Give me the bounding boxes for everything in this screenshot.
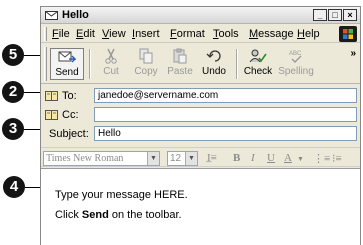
menu-file[interactable]: File — [52, 28, 70, 40]
menu-tools[interactable]: Tools — [213, 28, 239, 40]
font-value: Times New Roman — [46, 153, 124, 164]
send-icon — [58, 51, 76, 63]
subject-field[interactable]: Hello — [94, 126, 357, 141]
menu-message[interactable]: Message — [249, 28, 294, 40]
minimize-button[interactable]: _ — [313, 9, 327, 21]
chevron-down-icon: ▼ — [147, 152, 159, 165]
message-line-1: Type your message HERE. — [55, 189, 188, 201]
callout-3: 3 — [2, 118, 24, 140]
address-book-icon[interactable] — [45, 110, 58, 120]
callout-4: 4 — [3, 176, 25, 198]
window-title: Hello — [62, 9, 89, 21]
paragraph-style-icon[interactable]: I̲≡ — [207, 152, 217, 164]
cc-row: Cc: — [41, 106, 360, 124]
menu-insert[interactable]: Insert — [132, 28, 160, 40]
copy-label: Copy — [134, 66, 158, 77]
message-body[interactable]: Type your message HERE. Click Send on th… — [41, 168, 360, 245]
bold-icon[interactable]: B — [233, 152, 240, 164]
menu-grip — [44, 27, 47, 41]
to-field[interactable]: janedoe@servername.com — [94, 88, 357, 103]
compose-window: Hello _ □ × File Edit View Insert Format… — [40, 6, 361, 245]
close-button[interactable]: × — [343, 9, 357, 21]
to-label: To: — [62, 90, 77, 102]
undo-button[interactable]: Undo — [197, 48, 231, 80]
toolbar-separator — [236, 49, 238, 79]
check-names-button[interactable]: Check — [241, 48, 275, 80]
cc-field[interactable] — [94, 107, 357, 122]
toolbar-separator — [89, 49, 91, 79]
cc-label: Cc: — [62, 109, 79, 121]
menu-view[interactable]: View — [102, 28, 126, 40]
copy-icon — [139, 48, 153, 64]
chevron-down-icon: ▼ — [185, 152, 197, 165]
spelling-button[interactable]: ABC Spelling — [277, 48, 315, 80]
bullet-list-icon[interactable]: ⁝≡ — [332, 152, 342, 165]
address-book-icon[interactable] — [45, 91, 58, 101]
windows-logo-icon — [339, 26, 357, 42]
paste-button[interactable]: Paste — [163, 48, 197, 80]
subject-label: Subject: — [49, 128, 89, 140]
font-color-icon[interactable]: A — [284, 152, 292, 164]
menu-bar: File Edit View Insert Format Tools Messa… — [41, 25, 360, 43]
send-label: Send — [55, 67, 79, 78]
formatting-bar: Times New Roman ▼ 12 ▼ I̲≡ B I U A ▼ ⋮≡ … — [41, 147, 360, 167]
paste-icon — [173, 48, 187, 64]
menu-edit[interactable]: Edit — [76, 28, 95, 40]
envelope-icon — [45, 11, 58, 20]
body-fade — [41, 216, 360, 245]
spelling-icon: ABC — [289, 51, 302, 63]
subject-row: Subject: Hello — [41, 125, 360, 143]
spelling-label: Spelling — [278, 66, 314, 77]
font-size-value: 12 — [170, 153, 182, 164]
toolbar: Send Cut Copy Paste Undo Check ABC Spell… — [41, 44, 360, 84]
menu-format[interactable]: Format — [170, 28, 205, 40]
font-size-select[interactable]: 12 ▼ — [167, 151, 198, 166]
check-names-icon — [249, 49, 267, 63]
to-row: To: janedoe@servername.com — [41, 87, 360, 105]
send-button[interactable]: Send — [50, 48, 84, 80]
cut-button[interactable]: Cut — [94, 48, 128, 80]
toolbar-grip — [44, 47, 47, 81]
toolbar-overflow-icon[interactable]: » — [350, 48, 356, 59]
underline-icon[interactable]: U — [267, 152, 275, 164]
cut-label: Cut — [103, 66, 119, 77]
scissors-icon — [105, 48, 117, 64]
maximize-button[interactable]: □ — [328, 9, 342, 21]
undo-label: Undo — [202, 66, 226, 77]
copy-button[interactable]: Copy — [129, 48, 163, 80]
check-label: Check — [243, 66, 273, 77]
undo-icon — [206, 50, 221, 62]
callout-2: 2 — [2, 81, 24, 103]
font-select[interactable]: Times New Roman ▼ — [43, 151, 160, 166]
chevron-down-icon[interactable]: ▼ — [297, 155, 304, 163]
paste-label: Paste — [167, 66, 193, 77]
italic-icon[interactable]: I — [251, 152, 255, 164]
menu-help[interactable]: Help — [297, 28, 320, 40]
callout-5: 5 — [2, 44, 24, 66]
numbered-list-icon[interactable]: ⋮≡ — [313, 152, 330, 165]
title-bar: Hello _ □ × — [41, 7, 360, 24]
